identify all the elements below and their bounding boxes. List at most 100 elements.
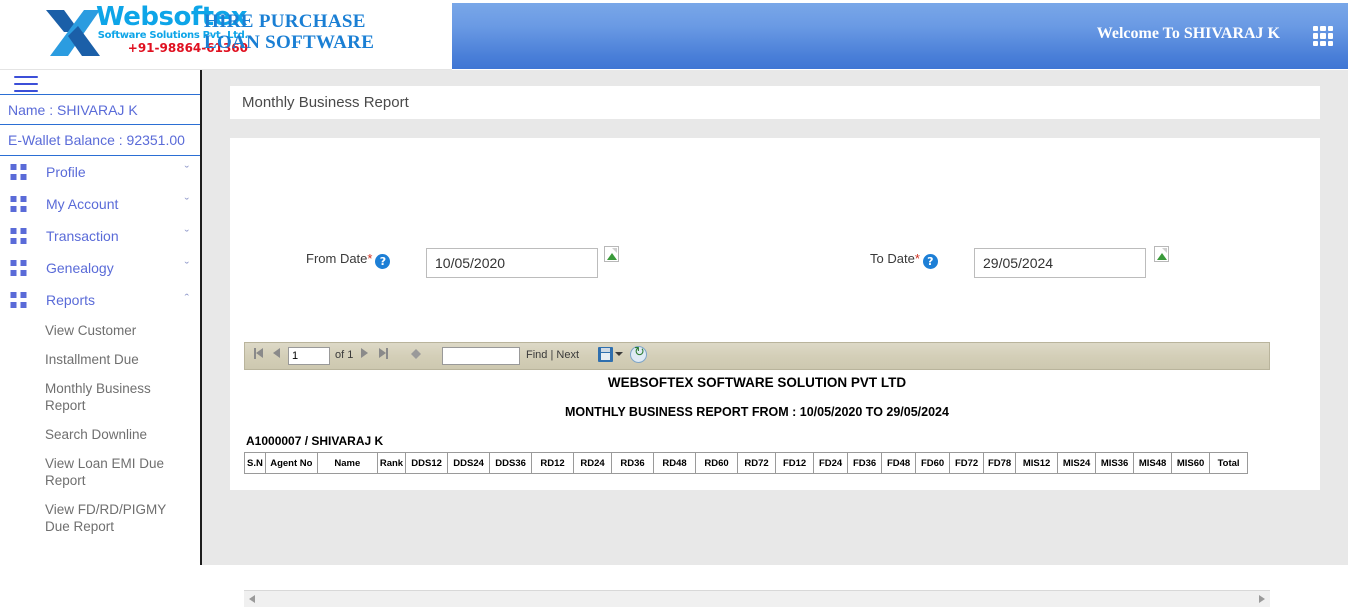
sidebar-item-view-customer[interactable]: View Customer bbox=[0, 316, 200, 345]
report-agent-line: A1000007 / SHIVARAJ K bbox=[246, 434, 384, 448]
export-save-icon[interactable] bbox=[598, 347, 613, 362]
page-number-input[interactable] bbox=[288, 347, 330, 365]
cell-fd24: 0 bbox=[813, 473, 849, 474]
sidebar-item-search-downline[interactable]: Search Downline bbox=[0, 420, 200, 449]
previous-page-button[interactable] bbox=[273, 348, 280, 358]
page-count-label: of 1 bbox=[335, 349, 354, 361]
column-header-s-n: S.N bbox=[244, 452, 266, 474]
sidebar-item-view-fd-rd-pigmy-due-report[interactable]: View FD/RD/PIGMY Due Report bbox=[0, 495, 200, 541]
sidebar-item-installment-due[interactable]: Installment Due bbox=[0, 345, 200, 374]
column-header-mis60: MIS60 bbox=[1171, 452, 1211, 474]
cell-mis24: 0 bbox=[1057, 473, 1097, 474]
report-viewer-toolbar: of 1 Find | Next bbox=[244, 342, 1270, 370]
table-header-row: S.N Agent No Name Rank DDS12 DDS24 DDS36 RD12 RD… bbox=[244, 452, 1249, 474]
column-header-dds36: DDS36 bbox=[489, 452, 533, 474]
first-page-button[interactable] bbox=[254, 348, 263, 366]
column-header-fd12: FD12 bbox=[775, 452, 815, 474]
websoftex-logo-icon bbox=[46, 10, 100, 56]
find-input[interactable] bbox=[442, 347, 520, 365]
cell-fd48: 0 bbox=[881, 473, 917, 474]
to-date-input[interactable] bbox=[974, 248, 1146, 278]
column-header-fd72: FD72 bbox=[949, 452, 985, 474]
back-to-parent-report-button[interactable] bbox=[411, 349, 421, 359]
cell-fd12: 15000 bbox=[775, 473, 815, 474]
column-header-agent-no: Agent No bbox=[264, 452, 318, 474]
cell-sn: 1 bbox=[244, 473, 266, 474]
expand-squares-icon bbox=[10, 228, 27, 244]
sidebar-item-reports[interactable]: Reports ˆ bbox=[0, 284, 200, 316]
from-date-calendar-icon[interactable] bbox=[604, 246, 619, 262]
from-date-label-text: From Date bbox=[306, 251, 368, 266]
from-date-required: * bbox=[367, 251, 373, 266]
cell-agent-no: A1000007 bbox=[264, 473, 318, 474]
report-subtitle: MONTHLY BUSINESS REPORT FROM : 10/05/202… bbox=[565, 405, 949, 419]
next-page-button[interactable] bbox=[361, 348, 368, 358]
cell-fd60: 0 bbox=[915, 473, 951, 474]
scroll-left-icon[interactable] bbox=[249, 595, 255, 603]
column-header-mis36: MIS36 bbox=[1095, 452, 1135, 474]
sidebar-wallet-balance: E-Wallet Balance : 92351.00 bbox=[0, 125, 200, 156]
chevron-down-icon: ˇ bbox=[184, 227, 189, 242]
tagline-line-2: LOAN SOFTWARE bbox=[204, 32, 375, 53]
table-row: 1A1000007SHIVARAJ K039000015000000015000… bbox=[244, 473, 1249, 474]
column-header-mis12: MIS12 bbox=[1015, 452, 1059, 474]
column-header-mis48: MIS48 bbox=[1133, 452, 1173, 474]
cell-name: SHIVARAJ K bbox=[316, 473, 378, 474]
sidebar-label-transaction: Transaction bbox=[46, 228, 119, 244]
page-title-bar: Monthly Business Report bbox=[230, 86, 1320, 119]
brand-tagline: HIRE PURCHASE LOAN SOFTWARE bbox=[204, 11, 434, 53]
expand-squares-icon bbox=[10, 260, 27, 276]
cell-fd36: 0 bbox=[847, 473, 883, 474]
sidebar-item-genealogy[interactable]: Genealogy ˇ bbox=[0, 252, 200, 284]
cell-rd36: 0 bbox=[611, 473, 655, 474]
sidebar-label-genealogy: Genealogy bbox=[46, 260, 114, 276]
report-body: WEBSOFTEX SOFTWARE SOLUTION PVT LTD MONT… bbox=[244, 370, 1270, 474]
sidebar: Name : SHIVARAJ K E-Wallet Balance : 923… bbox=[0, 70, 202, 565]
sidebar-item-my-account[interactable]: My Account ˇ bbox=[0, 188, 200, 220]
logo-zone: Websoftex Software Solutions Pvt. Ltd. +… bbox=[0, 0, 452, 70]
column-header-rd60: RD60 bbox=[695, 452, 739, 474]
sidebar-item-monthly-business-report[interactable]: Monthly Business Report bbox=[0, 374, 200, 420]
sidebar-item-profile[interactable]: Profile ˇ bbox=[0, 156, 200, 188]
from-date-help-icon[interactable]: ? bbox=[375, 254, 391, 269]
to-date-required: * bbox=[914, 251, 920, 266]
chevron-down-icon[interactable] bbox=[615, 352, 623, 356]
to-date-help-icon[interactable]: ? bbox=[922, 254, 938, 269]
cell-rd72 bbox=[737, 473, 777, 474]
cell-fd72 bbox=[949, 473, 985, 474]
header-bar: Welcome To SHIVARAJ K bbox=[452, 3, 1348, 69]
column-header-rd12: RD12 bbox=[531, 452, 575, 474]
next-link[interactable]: Next bbox=[556, 349, 579, 361]
find-link[interactable]: Find bbox=[526, 349, 547, 361]
sidebar-label-reports: Reports bbox=[46, 292, 96, 308]
last-page-button[interactable] bbox=[379, 348, 388, 366]
chevron-down-icon: ˇ bbox=[184, 163, 189, 178]
sidebar-item-view-loan-emi-due-report[interactable]: View Loan EMI Due Report bbox=[0, 449, 200, 495]
report-company-name: WEBSOFTEX SOFTWARE SOLUTION PVT LTD bbox=[607, 375, 907, 390]
hamburger-menu-icon[interactable] bbox=[14, 76, 38, 94]
scroll-right-icon[interactable] bbox=[1259, 595, 1265, 603]
report-horizontal-scrollbar[interactable] bbox=[244, 590, 1270, 607]
cell-dds24: 0 bbox=[447, 473, 491, 474]
cell-fd78 bbox=[983, 473, 1017, 474]
column-header-dds12: DDS12 bbox=[405, 452, 449, 474]
column-header-fd36: FD36 bbox=[847, 452, 883, 474]
to-date-label: To Date*? bbox=[870, 251, 938, 269]
chevron-down-icon: ˇ bbox=[184, 259, 189, 274]
apps-grid-icon[interactable] bbox=[1310, 23, 1336, 49]
chevron-down-icon: ˇ bbox=[184, 195, 189, 210]
cell-rank: 0 bbox=[376, 473, 407, 474]
to-date-calendar-icon[interactable] bbox=[1154, 246, 1169, 262]
refresh-icon[interactable] bbox=[630, 345, 647, 363]
from-date-input[interactable] bbox=[426, 248, 598, 278]
cell-rd12: 15000 bbox=[531, 473, 575, 474]
cell-mis36: 0 bbox=[1095, 473, 1135, 474]
cell-mis60: 0 bbox=[1171, 473, 1211, 474]
sidebar-label-profile: Profile bbox=[46, 164, 86, 180]
report-panel: From Date*? To Date*? Search of 1 F bbox=[230, 138, 1320, 607]
column-header-rd72: RD72 bbox=[737, 452, 777, 474]
column-header-fd48: FD48 bbox=[881, 452, 917, 474]
sidebar-item-transaction[interactable]: Transaction ˇ bbox=[0, 220, 200, 252]
column-header-dds24: DDS24 bbox=[447, 452, 491, 474]
column-header-name: Name bbox=[316, 452, 378, 474]
